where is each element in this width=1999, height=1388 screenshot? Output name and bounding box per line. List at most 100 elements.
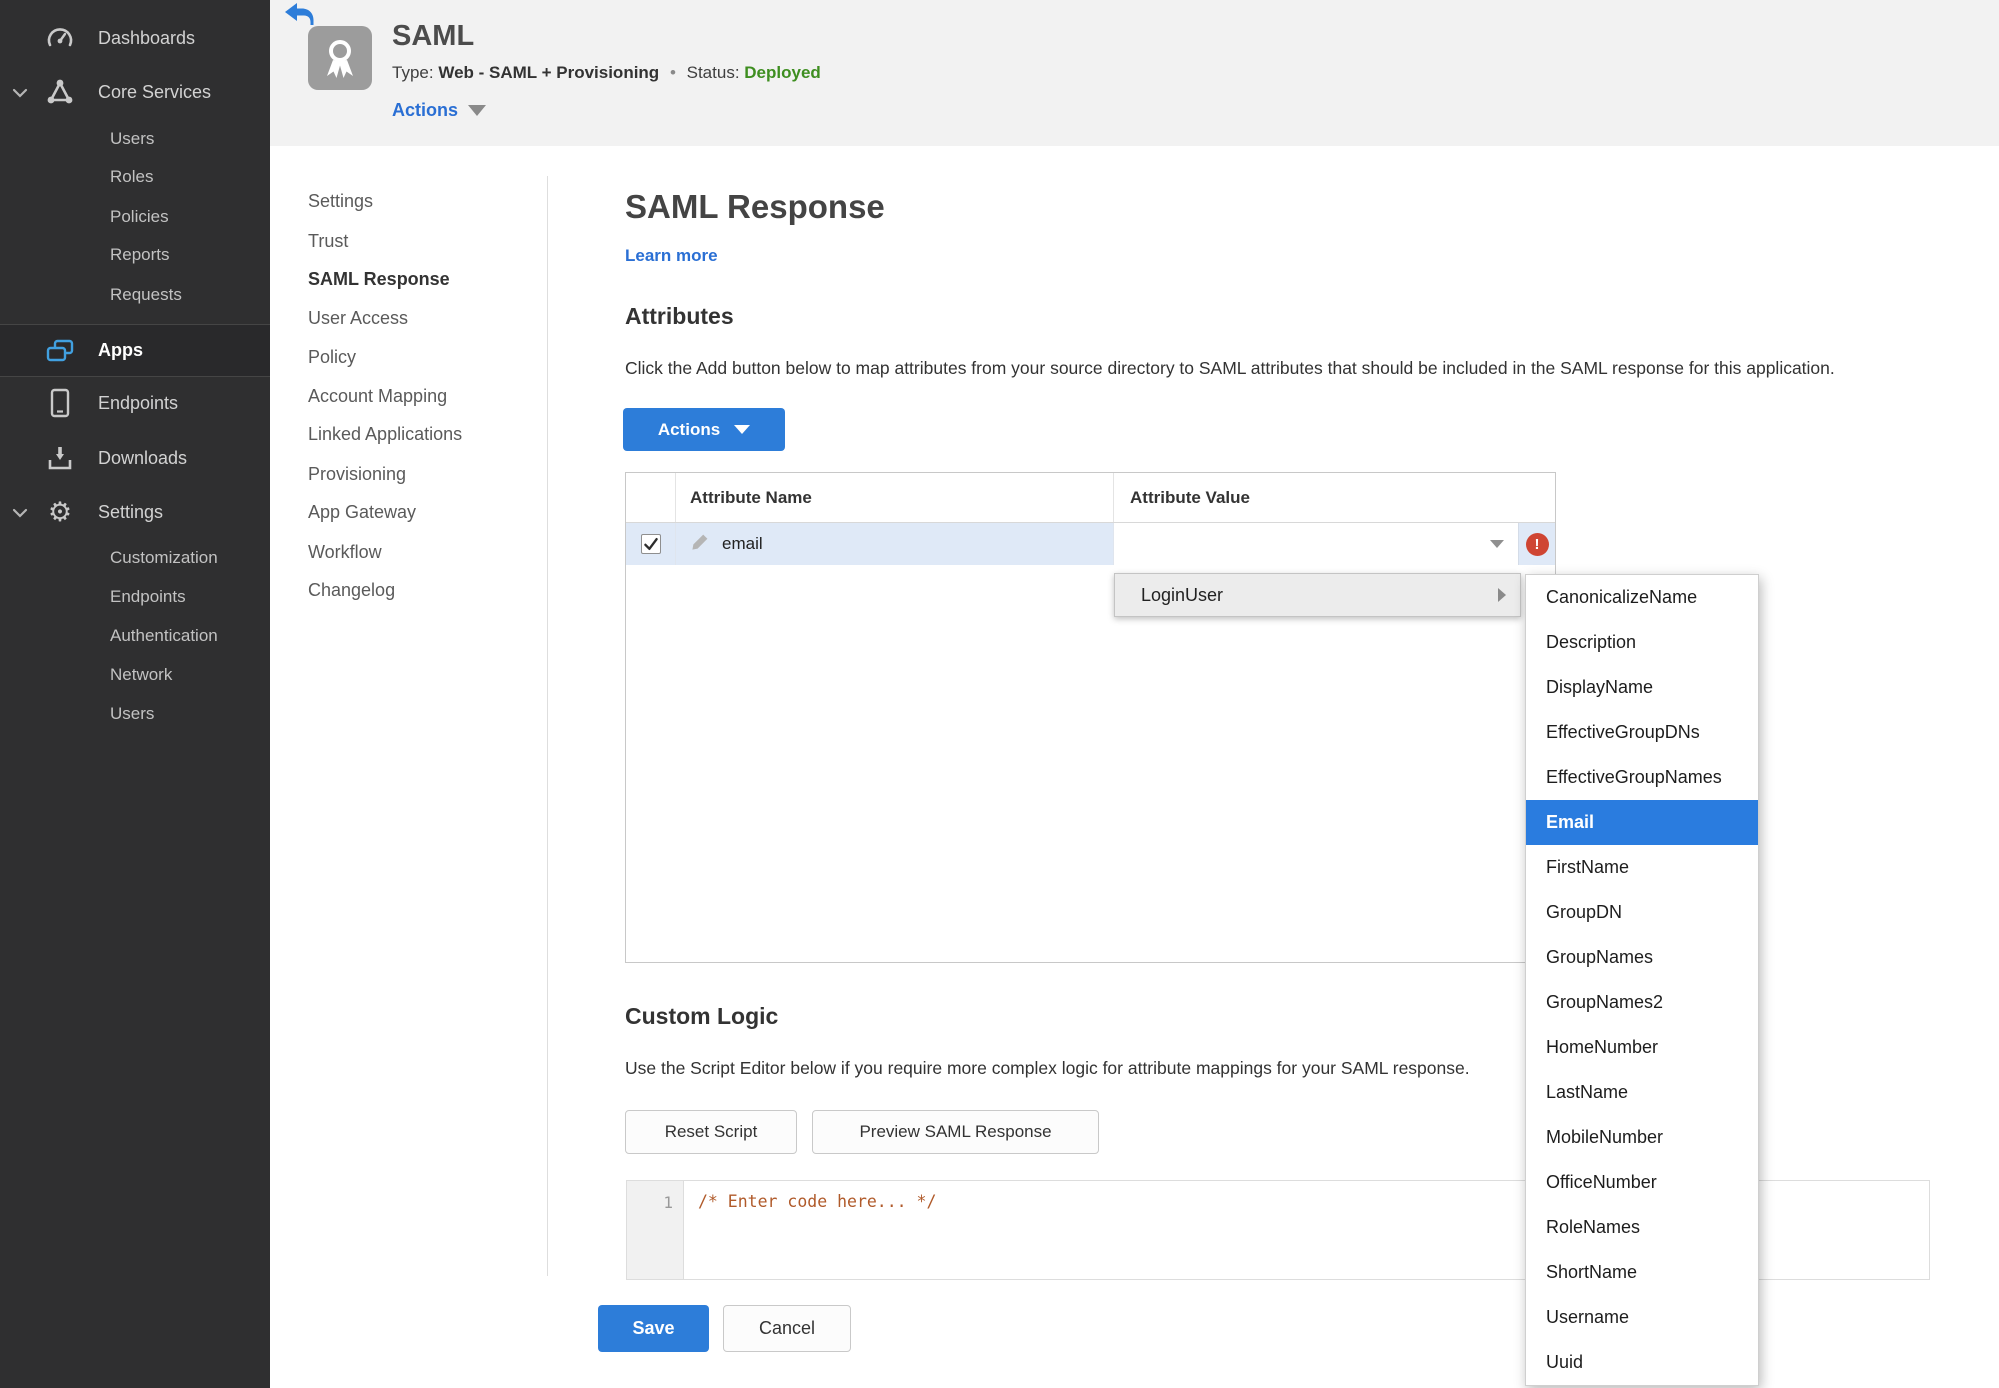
status-value: Deployed [744,63,821,82]
sidebar-item-label: Downloads [98,447,188,468]
menu-item-groupnames[interactable]: GroupNames [1526,935,1758,980]
table-row: email ! [626,523,1555,565]
subnav-item-saml-response[interactable]: SAML Response [308,269,450,290]
subnav-item-provisioning[interactable]: Provisioning [308,464,406,485]
page-title: SAML [392,20,475,52]
gauge-icon [44,25,76,51]
sidebar-item-label: Core Services [98,81,212,102]
row-checkbox[interactable] [640,534,661,554]
menu-item-description[interactable]: Description [1526,620,1758,665]
subnav-item-linked-applications[interactable]: Linked Applications [308,424,462,445]
sidebar-item-authentication[interactable]: Authentication [0,623,270,649]
menu-item-canonicalizename[interactable]: CanonicalizeName [1526,575,1758,620]
save-button[interactable]: Save [598,1305,709,1352]
menu-item-username[interactable]: Username [1526,1295,1758,1340]
subnav-item-trust[interactable]: Trust [308,231,348,252]
menu-item-homenumber[interactable]: HomeNumber [1526,1025,1758,1070]
sidebar-item-label: Dashboards [98,27,196,48]
menu-item-rolenames[interactable]: RoleNames [1526,1205,1758,1250]
core-services-icon [44,79,76,105]
download-icon [44,444,76,472]
sidebar-item-settings[interactable]: ⚙ Settings [0,490,270,534]
type-value: Web - SAML + Provisioning [438,63,660,82]
menu-item-email[interactable]: Email [1526,800,1758,845]
subnav-item-changelog[interactable]: Changelog [308,580,395,601]
phone-icon [44,388,76,418]
sidebar-item-endpoints[interactable]: Endpoints [0,381,270,425]
sidebar-item-users[interactable]: Users [0,126,270,152]
menu-item-effectivegroupdns[interactable]: EffectiveGroupDNs [1526,710,1758,755]
reset-script-button[interactable]: Reset Script [625,1110,797,1154]
subnav-item-account-mapping[interactable]: Account Mapping [308,386,447,407]
editor-line-number: 1 [627,1181,684,1279]
custom-logic-description: Use the Script Editor below if you requi… [625,1058,1470,1078]
sidebar-item-policies[interactable]: Policies [0,204,270,230]
sidebar-item-label: Settings [98,501,164,522]
apps-icon [44,338,76,364]
app-header: SAML Type: Web - SAML + Provisioning • S… [270,0,1999,146]
subnav-item-settings[interactable]: Settings [308,191,373,212]
app-ribbon-icon [308,26,372,90]
vertical-divider [547,176,548,1276]
caret-down-icon [468,105,487,116]
header-actions-menu[interactable]: Actions [392,100,487,121]
subnav-item-policy[interactable]: Policy [308,347,356,368]
caret-down-icon [1490,540,1504,548]
attribute-value-dropdown[interactable] [1114,523,1519,565]
menu-item-officenumber[interactable]: OfficeNumber [1526,1160,1758,1205]
menu-item-loginuser[interactable]: LoginUser [1114,573,1521,617]
menu-item-groupdn[interactable]: GroupDN [1526,890,1758,935]
learn-more-link[interactable]: Learn more [625,246,718,266]
sidebar: Dashboards Core Services Users Roles Pol… [0,0,270,1388]
sidebar-item-reports[interactable]: Reports [0,242,270,268]
attributes-table: Attribute Name Attribute Value email ! [625,472,1556,963]
attributes-actions-button[interactable]: Actions [623,408,785,451]
column-header-attribute-value: Attribute Value [1130,487,1250,507]
back-arrow-icon[interactable] [284,2,314,28]
custom-logic-heading: Custom Logic [625,1003,779,1029]
subnav-item-workflow[interactable]: Workflow [308,542,382,563]
menu-item-uuid[interactable]: Uuid [1526,1340,1758,1385]
menu-item-mobilenumber[interactable]: MobileNumber [1526,1115,1758,1160]
menu-item-groupnames2[interactable]: GroupNames2 [1526,980,1758,1025]
subnav-item-user-access[interactable]: User Access [308,308,408,329]
sidebar-item-network[interactable]: Network [0,662,270,688]
app-meta: Type: Web - SAML + Provisioning • Status… [392,63,821,83]
section-title: SAML Response [625,188,885,225]
subnav-item-app-gateway[interactable]: App Gateway [308,502,416,523]
sidebar-item-downloads[interactable]: Downloads [0,436,270,480]
menu-item-effectivegroupnames[interactable]: EffectiveGroupNames [1526,755,1758,800]
menu-item-lastname[interactable]: LastName [1526,1070,1758,1115]
preview-saml-response-button[interactable]: Preview SAML Response [812,1110,1099,1154]
attributes-description: Click the Add button below to map attrib… [625,358,1835,378]
edit-pencil-icon[interactable] [690,532,710,557]
error-icon: ! [1525,532,1549,556]
chevron-down-icon [12,506,28,524]
menu-item-firstname[interactable]: FirstName [1526,845,1758,890]
gear-icon: ⚙ [47,496,73,527]
menu-item-displayname[interactable]: DisplayName [1526,665,1758,710]
attribute-submenu: CanonicalizeName Description DisplayName… [1525,574,1759,1386]
table-header-row: Attribute Name Attribute Value [626,473,1555,523]
menu-item-shortname[interactable]: ShortName [1526,1250,1758,1295]
sidebar-item-settings-endpoints[interactable]: Endpoints [0,584,270,610]
sidebar-item-roles[interactable]: Roles [0,164,270,190]
sidebar-item-core-services[interactable]: Core Services [0,70,270,114]
submenu-arrow-icon [1498,588,1506,602]
caret-down-icon [734,425,751,434]
separator-dot: • [669,63,676,82]
sidebar-item-dashboards[interactable]: Dashboards [0,16,270,60]
column-header-attribute-name: Attribute Name [676,473,1114,522]
cancel-button[interactable]: Cancel [723,1305,851,1352]
sidebar-item-settings-users[interactable]: Users [0,701,270,727]
sidebar-item-requests[interactable]: Requests [0,282,270,308]
attributes-heading: Attributes [625,303,734,329]
type-label: Type: [392,63,434,82]
attribute-name-cell: email [722,534,763,553]
sidebar-item-apps[interactable]: Apps [0,324,270,377]
sidebar-item-customization[interactable]: Customization [0,545,270,571]
sidebar-item-label: Apps [98,340,143,360]
chevron-down-icon [12,86,28,104]
sidebar-item-label: Endpoints [98,392,179,413]
select-all-column [626,473,676,522]
